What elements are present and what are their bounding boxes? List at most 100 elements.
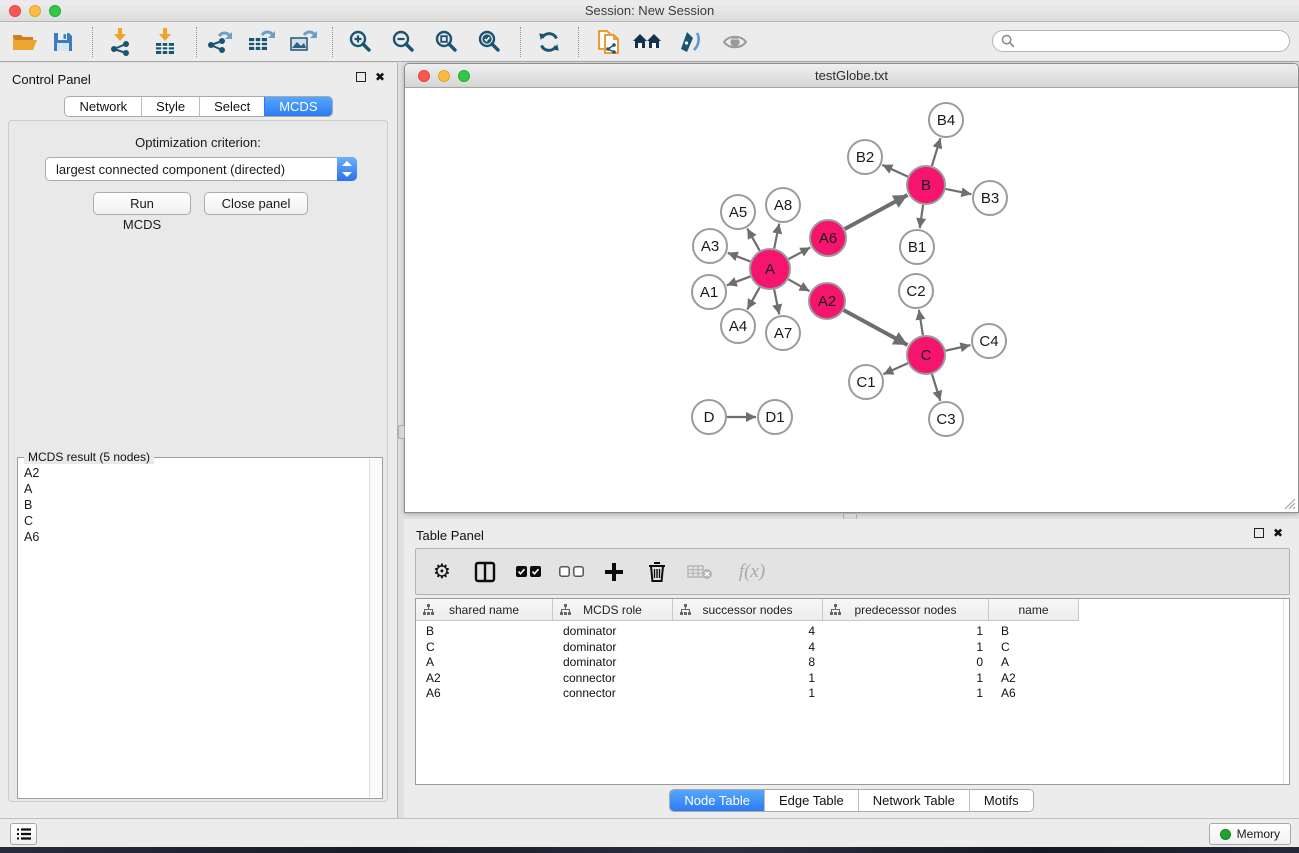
table-cell[interactable]: 4 bbox=[673, 640, 823, 656]
column-header-predecessor-nodes[interactable]: predecessor nodes bbox=[823, 599, 989, 621]
graph-edge-A2-C[interactable] bbox=[844, 310, 908, 345]
close-panel-icon[interactable]: ✖ bbox=[375, 72, 385, 82]
table-cell[interactable]: 0 bbox=[823, 655, 989, 671]
column-header-successor-nodes[interactable]: successor nodes bbox=[673, 599, 823, 621]
table-cell[interactable]: 8 bbox=[673, 655, 823, 671]
graph-edge-C-C4[interactable] bbox=[946, 345, 971, 351]
table-cell[interactable]: dominator bbox=[553, 624, 673, 640]
column-header-MCDS-role[interactable]: MCDS role bbox=[553, 599, 673, 621]
graph-node-B3[interactable]: B3 bbox=[973, 181, 1007, 215]
table-row[interactable]: Cdominator41C bbox=[416, 640, 1289, 656]
node-table[interactable]: shared nameMCDS rolesuccessor nodesprede… bbox=[415, 598, 1290, 785]
table-cell[interactable]: A bbox=[989, 655, 1079, 671]
run-mcds-button[interactable]: Run MCDS bbox=[93, 192, 191, 215]
gear-icon[interactable]: ⚙ bbox=[429, 559, 455, 585]
graph-edge-A-A7[interactable] bbox=[774, 290, 779, 315]
float-panel-icon[interactable] bbox=[356, 72, 366, 82]
save-icon[interactable] bbox=[46, 27, 80, 57]
table-row[interactable]: A2connector11A2 bbox=[416, 671, 1289, 687]
table-cell[interactable]: connector bbox=[553, 686, 673, 702]
column-view-icon[interactable] bbox=[472, 559, 498, 585]
table-cell[interactable]: C bbox=[989, 640, 1079, 656]
table-cell[interactable]: 1 bbox=[823, 624, 989, 640]
zoom-in-icon[interactable] bbox=[344, 27, 378, 57]
table-cell[interactable]: B bbox=[989, 624, 1079, 640]
memory-button[interactable]: Memory bbox=[1209, 823, 1291, 845]
mcds-result-item[interactable]: C bbox=[24, 513, 368, 529]
search-input[interactable] bbox=[1020, 34, 1281, 48]
resize-grip[interactable] bbox=[1284, 498, 1296, 510]
graph-node-C4[interactable]: C4 bbox=[972, 324, 1006, 358]
mcds-result-item[interactable]: A bbox=[24, 481, 368, 497]
graph-node-B2[interactable]: B2 bbox=[848, 140, 882, 174]
import-table-icon[interactable] bbox=[148, 27, 182, 57]
table-cell[interactable]: dominator bbox=[553, 655, 673, 671]
graph-node-C3[interactable]: C3 bbox=[929, 402, 963, 436]
tab-select[interactable]: Select bbox=[199, 97, 264, 116]
add-column-icon[interactable] bbox=[601, 559, 627, 585]
graph-node-A2[interactable]: A2 bbox=[809, 283, 845, 319]
graph-node-A3[interactable]: A3 bbox=[693, 229, 727, 263]
zoom-out-icon[interactable] bbox=[387, 27, 421, 57]
graph-edge-B-B1[interactable] bbox=[920, 205, 923, 228]
vertical-splitter-handle[interactable] bbox=[398, 425, 405, 439]
table-cell[interactable]: 1 bbox=[823, 686, 989, 702]
zoom-fit-icon[interactable] bbox=[430, 27, 464, 57]
network-close-button[interactable] bbox=[418, 70, 430, 82]
mcds-result-item[interactable]: B bbox=[24, 497, 368, 513]
search-field[interactable] bbox=[992, 30, 1290, 52]
pen-slash-icon[interactable] bbox=[673, 27, 707, 57]
table-cell[interactable]: 1 bbox=[673, 671, 823, 687]
open-folder-icon[interactable] bbox=[8, 27, 42, 57]
table-row[interactable]: Bdominator41B bbox=[416, 624, 1289, 640]
export-image-icon[interactable] bbox=[286, 27, 320, 57]
export-network-icon[interactable] bbox=[202, 27, 236, 57]
graph-edge-A-A3[interactable] bbox=[728, 253, 751, 262]
eye-icon[interactable] bbox=[718, 27, 752, 57]
delete-table-icon[interactable] bbox=[687, 559, 713, 585]
graph-node-C2[interactable]: C2 bbox=[899, 274, 933, 308]
minimize-window-button[interactable] bbox=[29, 5, 41, 17]
export-table-icon[interactable] bbox=[244, 27, 278, 57]
task-history-button[interactable] bbox=[10, 823, 37, 845]
tab-motifs[interactable]: Motifs bbox=[969, 790, 1033, 811]
table-cell[interactable]: C bbox=[416, 640, 553, 656]
table-cell[interactable]: 4 bbox=[673, 624, 823, 640]
float-table-panel-icon[interactable] bbox=[1254, 528, 1264, 538]
table-cell[interactable]: A2 bbox=[989, 671, 1079, 687]
graph-node-A[interactable]: A bbox=[750, 249, 790, 289]
close-panel-button[interactable]: Close panel bbox=[204, 192, 308, 215]
result-scrollbar[interactable] bbox=[369, 459, 382, 797]
tab-network[interactable]: Network bbox=[65, 97, 141, 116]
table-row[interactable]: Adominator80A bbox=[416, 655, 1289, 671]
tab-edge-table[interactable]: Edge Table bbox=[764, 790, 858, 811]
graph-edge-A-A1[interactable] bbox=[727, 276, 751, 285]
optimization-criterion-dropdown[interactable]: largest connected component (directed) bbox=[45, 157, 357, 181]
graph-edge-A-A6[interactable] bbox=[789, 247, 811, 259]
import-network-icon[interactable] bbox=[103, 27, 137, 57]
graph-edge-A-A2[interactable] bbox=[788, 279, 809, 291]
graph-node-D[interactable]: D bbox=[692, 400, 726, 434]
graph-node-C1[interactable]: C1 bbox=[849, 365, 883, 399]
table-row[interactable]: A6connector11A6 bbox=[416, 686, 1289, 702]
tab-mcds[interactable]: MCDS bbox=[264, 97, 331, 116]
table-cell[interactable]: 1 bbox=[673, 686, 823, 702]
graph-node-B[interactable]: B bbox=[907, 166, 945, 204]
new-network-from-selection-icon[interactable] bbox=[591, 27, 625, 57]
network-maximize-button[interactable] bbox=[458, 70, 470, 82]
graph-edge-C-C2[interactable] bbox=[919, 310, 923, 335]
close-window-button[interactable] bbox=[9, 5, 21, 17]
table-cell[interactable]: B bbox=[416, 624, 553, 640]
graph-node-A5[interactable]: A5 bbox=[721, 195, 755, 229]
graph-node-B4[interactable]: B4 bbox=[929, 103, 963, 137]
table-cell[interactable]: A6 bbox=[416, 686, 553, 702]
graph-node-C[interactable]: C bbox=[907, 336, 945, 374]
graph-edge-A6-B[interactable] bbox=[845, 195, 908, 229]
mcds-result-item[interactable]: A2 bbox=[24, 465, 368, 481]
graph-node-B1[interactable]: B1 bbox=[900, 230, 934, 264]
graph-edge-A-A5[interactable] bbox=[747, 229, 759, 251]
maximize-window-button[interactable] bbox=[49, 5, 61, 17]
graph-edge-B-B3[interactable] bbox=[946, 189, 972, 194]
mcds-result-item[interactable]: A6 bbox=[24, 529, 368, 545]
graph-edge-A-A8[interactable] bbox=[774, 224, 779, 249]
